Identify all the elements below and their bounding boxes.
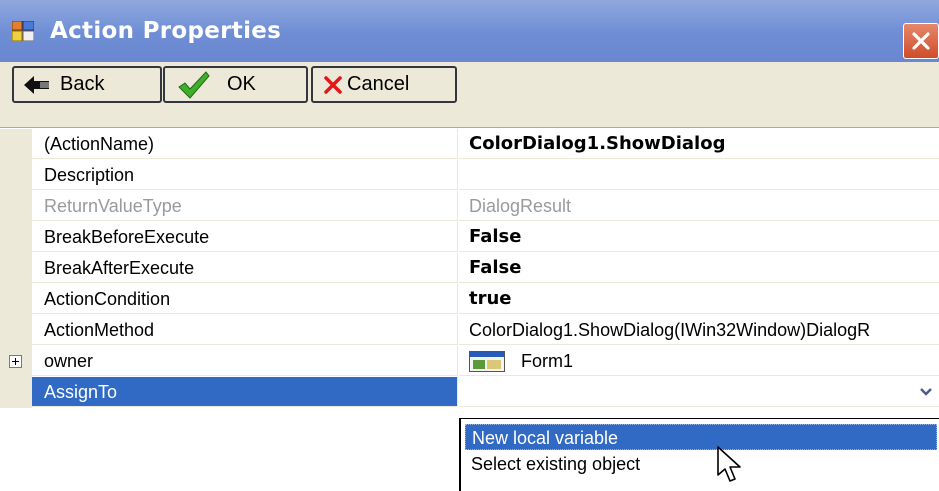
property-row-owner[interactable]: owner Form1 (0, 346, 939, 377)
close-icon (912, 32, 930, 50)
form-icon (469, 351, 505, 372)
property-name: ReturnValueType (32, 191, 458, 221)
property-row-actionmethod[interactable]: ActionMethod ColorDialog1.ShowDialog(IWi… (0, 315, 939, 346)
ok-button-label: OK (227, 73, 256, 95)
property-row-breakbeforeexecute[interactable]: BreakBeforeExecute False (0, 222, 939, 253)
property-row-description[interactable]: Description (0, 160, 939, 191)
property-name: BreakAfterExecute (32, 253, 458, 283)
ok-button[interactable]: OK (163, 66, 308, 103)
cancel-button[interactable]: Cancel (311, 66, 457, 103)
property-name: Description (32, 160, 458, 190)
property-value[interactable]: Form1 (459, 346, 939, 376)
property-row-returnvaluetype: ReturnValueType DialogResult (0, 191, 939, 222)
back-button[interactable]: Back (12, 66, 162, 103)
owner-value-label: Form1 (521, 351, 574, 371)
dropdown-item-new-local-variable[interactable]: New local variable (465, 424, 937, 450)
dropdown-item-select-existing-object[interactable]: Select existing object (465, 451, 937, 477)
cancel-button-label: Cancel (347, 73, 410, 95)
property-row-actioncondition[interactable]: ActionCondition true (0, 284, 939, 315)
property-name: owner (32, 346, 458, 376)
dropdown-arrow-icon[interactable] (917, 383, 935, 401)
back-button-label: Back (60, 73, 105, 95)
property-name: ActionCondition (32, 284, 458, 314)
window-title: Action Properties (50, 18, 282, 44)
property-value[interactable] (459, 160, 939, 190)
property-value[interactable]: False (459, 222, 939, 252)
property-row-assignto[interactable]: AssignTo (0, 377, 939, 408)
property-name: (ActionName) (32, 129, 458, 159)
property-name: AssignTo (32, 377, 458, 407)
close-button[interactable] (903, 23, 939, 59)
mouse-cursor-icon (717, 446, 741, 482)
expand-icon[interactable] (9, 355, 22, 368)
app-icon (12, 21, 34, 41)
cancel-x-icon (324, 75, 342, 94)
property-value[interactable]: False (459, 253, 939, 283)
property-name: ActionMethod (32, 315, 458, 345)
property-value[interactable]: ColorDialog1.ShowDialog(IWin32Window)Dia… (459, 315, 939, 345)
property-name: BreakBeforeExecute (32, 222, 458, 252)
property-row-actionname[interactable]: (ActionName) ColorDialog1.ShowDialog (0, 129, 939, 160)
property-value[interactable]: ColorDialog1.ShowDialog (459, 129, 939, 159)
property-value: DialogResult (459, 191, 939, 221)
property-value[interactable] (459, 377, 939, 407)
property-value[interactable]: true (459, 284, 939, 314)
assignto-dropdown-list[interactable]: New local variable Select existing objec… (459, 418, 939, 491)
property-row-breakafterexecute[interactable]: BreakAfterExecute False (0, 253, 939, 284)
back-arrow-icon (24, 75, 49, 94)
title-bar: Action Properties (0, 0, 939, 62)
toolbar: Back OK Cancel (0, 62, 939, 128)
checkmark-icon (178, 70, 210, 99)
